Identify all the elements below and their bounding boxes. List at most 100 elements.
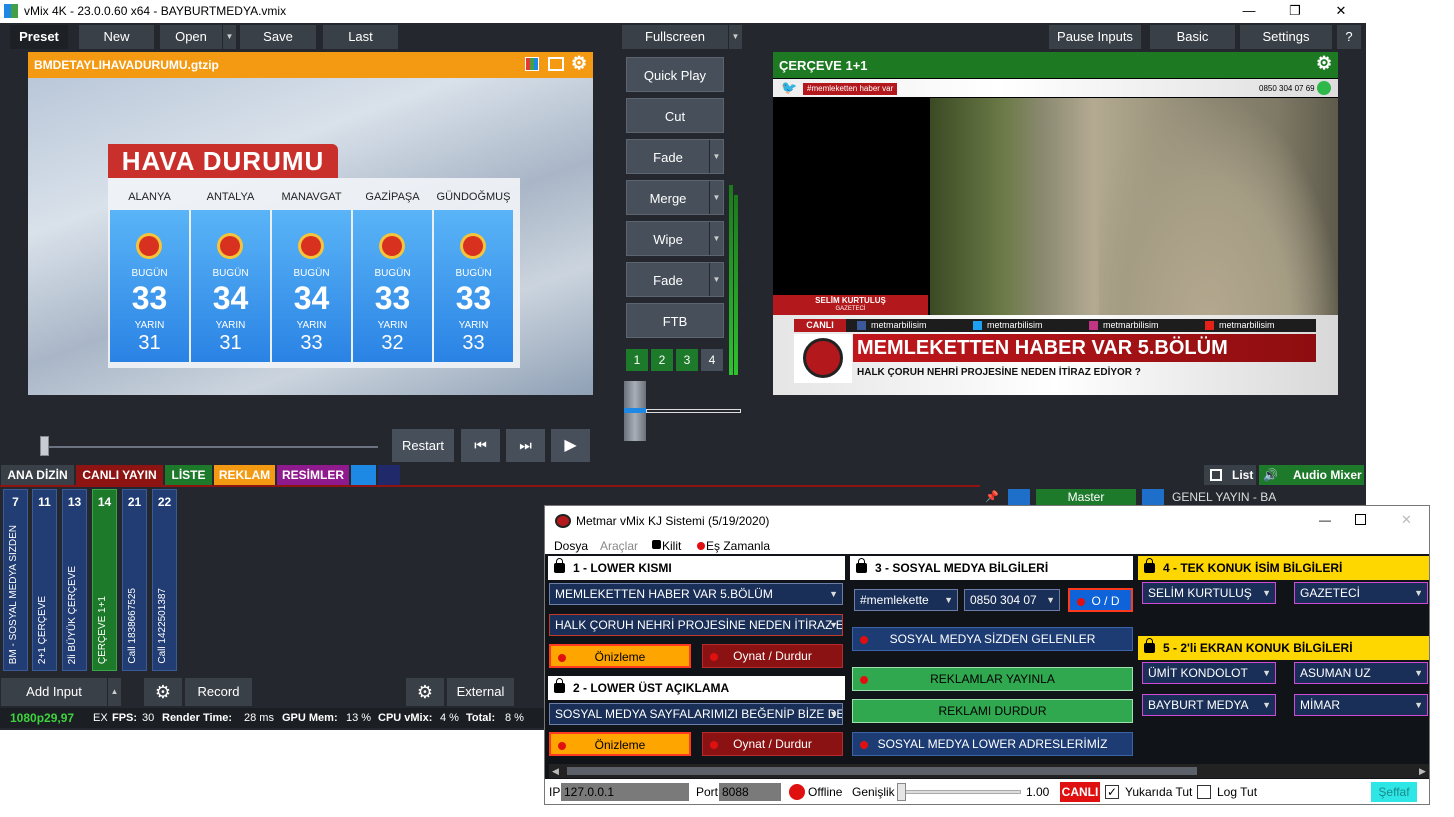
fade-button[interactable]: Fade ▼ <box>626 139 724 174</box>
ads-play-button[interactable]: REKLAMLAR YAYINLA <box>852 667 1133 691</box>
input-13[interactable]: 13 2li BÜYÜK ÇERÇEVE <box>62 489 87 671</box>
sec2-preview-button[interactable]: Önizleme <box>549 732 691 756</box>
gear-icon[interactable]: ⚙ <box>1316 53 1332 74</box>
tab-canli-yayin[interactable]: CANLI YAYIN <box>76 465 163 485</box>
log-checkbox[interactable] <box>1197 785 1211 799</box>
lock-icon[interactable] <box>1144 558 1155 573</box>
sec2-play-button[interactable]: Oynat / Durdur <box>702 732 843 756</box>
guest1-name-combo[interactable]: ÜMİT KONDOLOT ▼ <box>1142 662 1276 684</box>
sec1-preview-button[interactable]: Önizleme <box>549 644 691 668</box>
fullscreen-button[interactable]: Fullscreen ▼ <box>622 25 742 49</box>
tab-liste[interactable]: LİSTE <box>165 465 212 485</box>
lock-icon[interactable] <box>554 558 565 573</box>
ip-input[interactable]: 127.0.0.1 <box>561 783 689 801</box>
scroll-right-icon[interactable]: ▶ <box>1419 764 1426 778</box>
lock-icon[interactable] <box>856 558 867 573</box>
ftb-button[interactable]: FTB <box>626 303 724 338</box>
chevron-down-icon[interactable]: ▼ <box>1262 583 1271 603</box>
guest2-name-combo[interactable]: BAYBURT MEDYA ▼ <box>1142 694 1276 716</box>
restart-button[interactable]: Restart <box>392 429 454 462</box>
settings-button[interactable]: Settings <box>1240 25 1332 49</box>
social-from-you-button[interactable]: SOSYAL MEDYA SİZDEN GELENLER <box>852 627 1133 651</box>
tab-ana-dizin[interactable]: ANA DİZİN <box>1 465 74 485</box>
program-panel[interactable]: ÇERÇEVE 1+1 ⚙ 🐦 #memleketten haber var 0… <box>773 52 1338 395</box>
chevron-down-icon[interactable]: ▼ <box>709 140 723 173</box>
horizontal-scrollbar[interactable]: ◀ ▶ <box>549 764 1429 778</box>
basic-button[interactable]: Basic <box>1150 25 1235 49</box>
menu-es-zamanla[interactable]: Eş Zamanla <box>706 539 770 553</box>
chevron-down-icon[interactable]: ▼ <box>1414 695 1423 715</box>
close-button[interactable]: ✕ <box>1401 512 1412 528</box>
transition-1-button[interactable]: 1 <box>626 349 648 371</box>
t-bar-track[interactable] <box>646 409 741 413</box>
close-button[interactable]: ✕ <box>1318 2 1364 22</box>
chevron-down-icon[interactable]: ▼ <box>709 181 723 214</box>
chevron-down-icon[interactable]: ▼ <box>1414 583 1423 603</box>
t-bar-handle[interactable] <box>624 381 646 441</box>
chevron-down-icon[interactable]: ▼ <box>222 25 236 49</box>
transition-2-button[interactable]: 2 <box>651 349 673 371</box>
maximize-button[interactable] <box>1355 514 1366 525</box>
window-icon[interactable] <box>548 57 564 71</box>
pin-icon[interactable]: 📌 <box>985 490 999 504</box>
menu-araclar[interactable]: Araçlar <box>600 539 638 553</box>
open-button[interactable]: Open ▼ <box>160 25 236 49</box>
tab-resimler[interactable]: RESİMLER <box>277 465 349 485</box>
guest2-job-combo[interactable]: MİMAR ▼ <box>1294 694 1428 716</box>
skip-back-icon[interactable]: ⏮ <box>461 429 500 462</box>
preview-scrub-track[interactable] <box>44 446 378 448</box>
preview-panel[interactable]: BMDETAYLIHAVADURUMU.gtzip ⚙ HAVA DURUMU … <box>28 52 593 395</box>
input-21[interactable]: 21 Call 1838667525 <box>122 489 147 671</box>
menu-kilit[interactable]: Kilit <box>662 539 681 553</box>
minimize-button[interactable]: — <box>1226 2 1272 22</box>
merge-button[interactable]: Merge ▼ <box>626 180 724 215</box>
colour-icon[interactable] <box>525 57 539 71</box>
chevron-down-icon[interactable]: ▼ <box>1262 695 1271 715</box>
gear-icon[interactable]: ⚙ <box>571 53 587 74</box>
external-button[interactable]: External <box>447 678 514 706</box>
fade2-button[interactable]: Fade ▼ <box>626 262 724 297</box>
input-14[interactable]: 14 ÇERÇEVE 1+1 <box>92 489 117 671</box>
chevron-down-icon[interactable]: ▼ <box>829 584 838 604</box>
tab-reklam[interactable]: REKLAM <box>214 465 275 485</box>
width-slider-track[interactable] <box>897 790 1021 794</box>
scroll-thumb[interactable] <box>567 767 1197 775</box>
gear-icon[interactable]: ⚙ <box>144 678 182 706</box>
pause-inputs-button[interactable]: Pause Inputs <box>1049 25 1141 49</box>
sec1-play-button[interactable]: Oynat / Durdur <box>702 644 843 668</box>
skip-forward-icon[interactable]: ⏭ <box>506 429 545 462</box>
input-11[interactable]: 11 2+1 ÇERÇEVE <box>32 489 57 671</box>
transition-3-button[interactable]: 3 <box>676 349 698 371</box>
social-lower-button[interactable]: SOSYAL MEDYA LOWER ADRESLERİMİZ <box>852 732 1133 756</box>
quick-play-button[interactable]: Quick Play <box>626 57 724 92</box>
preview-scrub-handle[interactable] <box>40 436 49 456</box>
gear-icon[interactable]: ⚙ <box>406 678 444 706</box>
transition-4-button[interactable]: 4 <box>701 349 723 371</box>
master-mute-button[interactable] <box>1008 489 1030 505</box>
record-button[interactable]: Record <box>185 678 252 706</box>
chevron-down-icon[interactable]: ▼ <box>728 25 742 49</box>
chevron-down-icon[interactable]: ▼ <box>829 704 838 724</box>
scroll-left-icon[interactable]: ◀ <box>552 764 559 778</box>
tab-navy[interactable] <box>378 465 400 485</box>
transparent-button[interactable]: Şeffaf <box>1371 782 1417 802</box>
play-icon[interactable]: ▶ <box>551 429 590 462</box>
phone-combo[interactable]: 0850 304 07 ▼ <box>964 589 1060 611</box>
chevron-down-icon[interactable]: ▼ <box>1046 590 1055 610</box>
new-button[interactable]: New <box>79 25 154 49</box>
help-button[interactable]: ? <box>1337 25 1361 49</box>
chevron-down-icon[interactable]: ▼ <box>709 222 723 255</box>
lower-line2-combo[interactable]: HALK ÇORUH NEHRİ PROJESİNE NEDEN İTİRAZ … <box>549 614 843 636</box>
menu-dosya[interactable]: Dosya <box>554 539 588 553</box>
guest-name-combo[interactable]: SELİM KURTULUŞ ▼ <box>1142 582 1276 604</box>
guest-job-combo[interactable]: GAZETECİ ▼ <box>1294 582 1428 604</box>
chevron-down-icon[interactable]: ▼ <box>1262 663 1271 683</box>
chevron-down-icon[interactable]: ▼ <box>709 263 723 296</box>
width-slider-handle[interactable] <box>897 783 906 801</box>
lock-icon[interactable] <box>554 678 565 693</box>
tab-blue[interactable] <box>351 465 376 485</box>
upper-line1-combo[interactable]: SOSYAL MEDYA SAYFALARIMIZI BEĞENİP BİZE … <box>549 703 843 725</box>
audio-mixer-button[interactable]: 🔊 Audio Mixer <box>1259 465 1364 485</box>
list-button[interactable]: List <box>1204 465 1256 485</box>
input-7[interactable]: 7 BM - SOSYAL MEDYA SIZDEN <box>3 489 28 671</box>
